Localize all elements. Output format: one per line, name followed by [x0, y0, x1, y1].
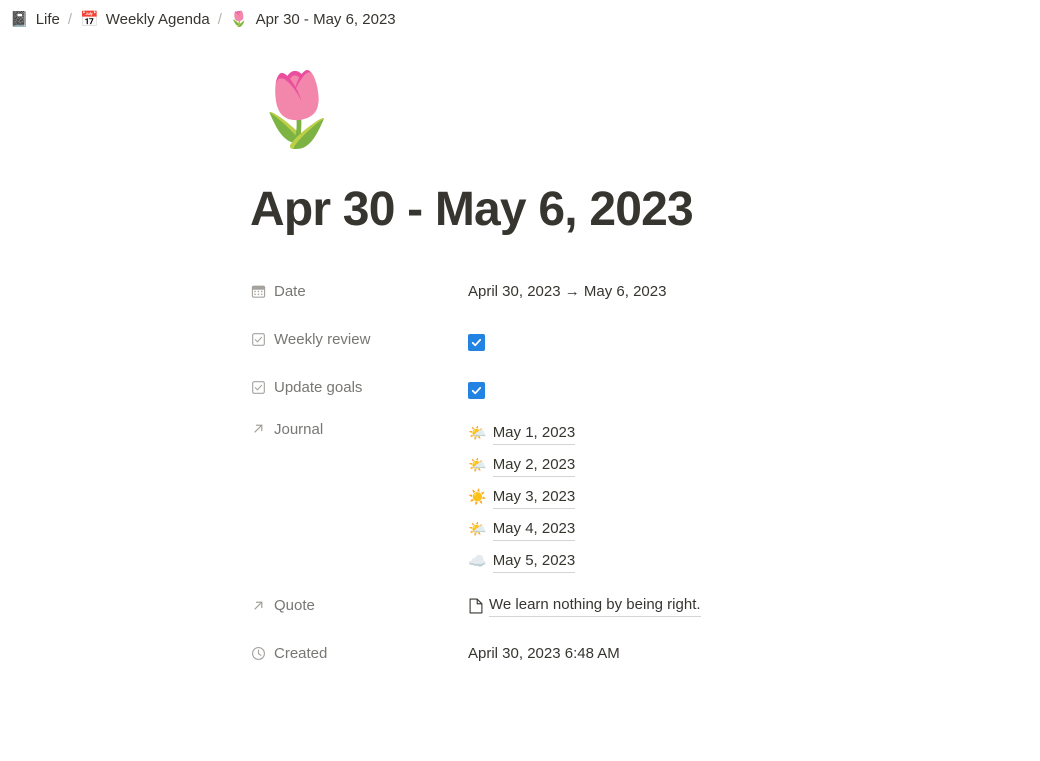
property-row-date: Date April 30, 2023 → May 6, 2023 — [250, 277, 1000, 307]
property-label-quote: Quote — [274, 597, 315, 615]
sun-behind-small-cloud-emoji: 🌤️ — [468, 521, 487, 539]
relation-arrow-icon — [250, 421, 266, 437]
breadcrumb-item-life[interactable]: 📓 Life — [10, 11, 60, 28]
property-label-created: Created — [274, 645, 328, 663]
list-item[interactable]: 🌤️ May 2, 2023 — [468, 455, 1000, 477]
property-list: Date April 30, 2023 → May 6, 2023 Weekly… — [250, 277, 1000, 669]
list-item[interactable]: 🌤️ May 4, 2023 — [468, 519, 1000, 541]
created-timestamp: April 30, 2023 6:48 AM — [468, 644, 620, 662]
property-value-journal: 🌤️ May 1, 2023 🌤️ May 2, 2023 ☀️ May 3, … — [468, 421, 1000, 573]
journal-link-list: 🌤️ May 1, 2023 🌤️ May 2, 2023 ☀️ May 3, … — [468, 421, 1000, 573]
property-label-weekly-review: Weekly review — [274, 331, 371, 349]
property-name-quote[interactable]: Quote — [250, 591, 468, 621]
clock-icon — [250, 646, 266, 662]
property-value-quote: We learn nothing by being right. — [468, 591, 1000, 621]
breadcrumb-label-weekly-agenda: Weekly Agenda — [105, 10, 210, 28]
checkbox-property-icon — [250, 332, 266, 348]
property-row-update-goals: Update goals — [250, 373, 1000, 403]
page-icon — [468, 597, 483, 614]
property-value-update-goals[interactable] — [468, 373, 1000, 403]
journal-link-label: May 5, 2023 — [492, 551, 576, 573]
sun-behind-small-cloud-emoji: 🌤️ — [468, 425, 487, 443]
property-name-created[interactable]: Created — [250, 639, 468, 669]
sun-emoji: ☀️ — [468, 489, 487, 507]
journal-link-label: May 3, 2023 — [492, 487, 576, 509]
property-name-journal[interactable]: Journal — [250, 421, 468, 451]
page-title[interactable]: Apr 30 - May 6, 2023 — [250, 183, 1000, 237]
property-row-created: Created April 30, 2023 6:48 AM — [250, 639, 1000, 669]
calendar-icon — [250, 284, 266, 300]
page-content: 🌷 Apr 30 - May 6, 2023 Date April 30, 20… — [0, 74, 1040, 669]
page-tulip-emoji[interactable]: 🌷 — [252, 74, 1000, 162]
checkbox-property-icon — [250, 380, 266, 396]
date-range-text: April 30, 2023 → May 6, 2023 — [468, 282, 667, 300]
breadcrumb-item-weekly-agenda[interactable]: 📅 Weekly Agenda — [80, 11, 210, 28]
property-value-date[interactable]: April 30, 2023 → May 6, 2023 — [468, 277, 1000, 307]
property-row-weekly-review: Weekly review — [250, 325, 1000, 355]
cloud-emoji: ☁️ — [468, 553, 487, 571]
update-goals-checkbox[interactable] — [468, 382, 485, 400]
property-value-created: April 30, 2023 6:48 AM — [468, 639, 1000, 669]
list-item[interactable]: ☀️ May 3, 2023 — [468, 487, 1000, 509]
weekly-review-checkbox[interactable] — [468, 334, 485, 352]
breadcrumb-label-current-page: Apr 30 - May 6, 2023 — [255, 10, 396, 28]
sun-behind-small-cloud-emoji: 🌤️ — [468, 457, 487, 475]
breadcrumb-separator: / — [67, 10, 73, 28]
property-label-date: Date — [274, 283, 306, 301]
quote-link-label: We learn nothing by being right. — [489, 595, 701, 617]
relation-arrow-icon — [250, 598, 266, 614]
journal-link-label: May 4, 2023 — [492, 519, 576, 541]
breadcrumb-separator: / — [217, 10, 222, 28]
property-row-quote: Quote We learn nothing by being right. — [250, 591, 1000, 621]
property-name-update-goals[interactable]: Update goals — [250, 373, 468, 403]
property-row-journal: Journal 🌤️ May 1, 2023 🌤️ May 2, 2023 ☀️… — [250, 421, 1000, 573]
journal-link-label: May 1, 2023 — [492, 423, 576, 445]
list-item[interactable]: 🌤️ May 1, 2023 — [468, 423, 1000, 445]
breadcrumb-item-current-page[interactable]: 🌷 Apr 30 - May 6, 2023 — [230, 11, 396, 28]
property-name-weekly-review[interactable]: Weekly review — [250, 325, 468, 355]
journal-link-label: May 2, 2023 — [492, 455, 576, 477]
notebook-emoji: 📓 — [10, 10, 29, 28]
breadcrumb: 📓 Life / 📅 Weekly Agenda / 🌷 Apr 30 - Ma… — [0, 0, 1040, 38]
tulip-emoji: 🌷 — [229, 10, 249, 28]
property-label-journal: Journal — [274, 420, 324, 438]
breadcrumb-label-life: Life — [35, 10, 60, 28]
property-name-date[interactable]: Date — [250, 277, 468, 307]
property-value-weekly-review[interactable] — [468, 325, 1000, 355]
calendar-emoji: 📅 — [80, 10, 99, 28]
property-label-update-goals: Update goals — [274, 379, 363, 397]
list-item[interactable]: ☁️ May 5, 2023 — [468, 551, 1000, 573]
quote-link[interactable]: We learn nothing by being right. — [468, 595, 1000, 617]
